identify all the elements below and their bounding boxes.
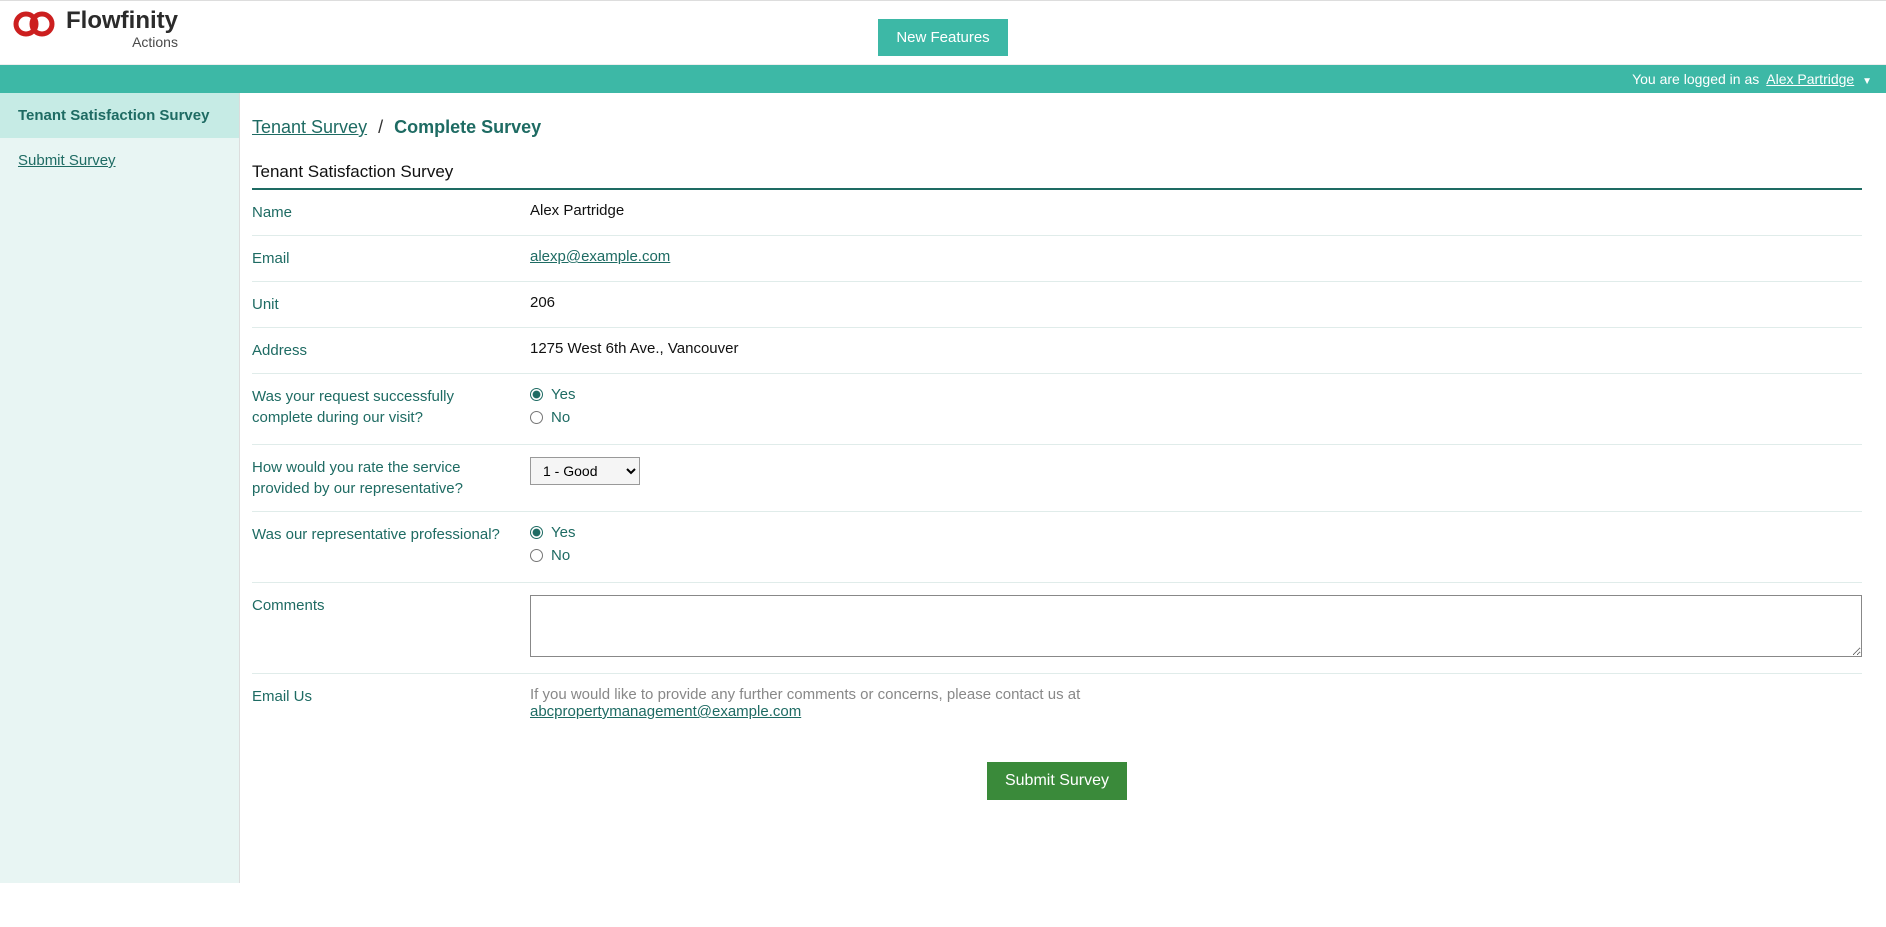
flowfinity-logo-icon (12, 11, 60, 37)
header: Flowfinity Actions New Features (0, 0, 1886, 65)
sidebar-item-submit-survey[interactable]: Submit Survey (0, 138, 239, 183)
label-emailus: Email Us (252, 686, 530, 720)
sidebar-filler (0, 183, 239, 883)
logo-brand: Flowfinity (66, 9, 178, 33)
section-title: Tenant Satisfaction Survey (252, 162, 1862, 190)
radio-request-yes-input[interactable] (530, 388, 543, 401)
row-email: Email alexp@example.com (252, 236, 1862, 282)
radio-request-yes[interactable]: Yes (530, 386, 1862, 403)
breadcrumb-parent[interactable]: Tenant Survey (252, 117, 367, 137)
row-comments: Comments (252, 583, 1862, 674)
radio-group-professional: Yes No (530, 524, 1862, 564)
value-name: Alex Partridge (530, 202, 1862, 223)
submit-wrap: Submit Survey (252, 762, 1862, 800)
breadcrumb-separator: / (378, 117, 383, 137)
emailus-link[interactable]: abcpropertymanagement@example.com (530, 703, 801, 720)
main: Tenant Survey / Complete Survey Tenant S… (240, 93, 1886, 883)
textarea-comments[interactable] (530, 595, 1862, 657)
label-address: Address (252, 340, 530, 361)
submit-survey-button[interactable]: Submit Survey (987, 762, 1127, 800)
user-menu[interactable]: Alex Partridge (1766, 71, 1854, 87)
radio-group-request-complete: Yes No (530, 386, 1862, 426)
breadcrumb-current: Complete Survey (394, 117, 541, 137)
login-bar: You are logged in as Alex Partridge ▼ (0, 65, 1886, 93)
logo-subtitle: Actions (132, 35, 178, 49)
label-email: Email (252, 248, 530, 269)
chevron-down-icon[interactable]: ▼ (1862, 76, 1872, 87)
radio-request-no[interactable]: No (530, 409, 1862, 426)
sidebar: Tenant Satisfaction Survey Submit Survey (0, 93, 240, 883)
value-address: 1275 West 6th Ave., Vancouver (530, 340, 1862, 361)
content: Tenant Satisfaction Survey Submit Survey… (0, 93, 1886, 883)
sidebar-item-label[interactable]: Submit Survey (18, 152, 116, 169)
radio-request-no-input[interactable] (530, 411, 543, 424)
radio-professional-yes[interactable]: Yes (530, 524, 1862, 541)
row-unit: Unit 206 (252, 282, 1862, 328)
label-rating: How would you rate the service provided … (252, 457, 530, 499)
select-rating[interactable]: 1 - Good (530, 457, 640, 485)
row-request-complete: Was your request successfully complete d… (252, 374, 1862, 445)
label-comments: Comments (252, 595, 530, 661)
radio-professional-no[interactable]: No (530, 547, 1862, 564)
sidebar-header: Tenant Satisfaction Survey (0, 93, 239, 138)
row-name: Name Alex Partridge (252, 190, 1862, 236)
new-features-button[interactable]: New Features (878, 19, 1007, 56)
label-professional: Was our representative professional? (252, 524, 530, 570)
label-name: Name (252, 202, 530, 223)
emailus-text: If you would like to provide any further… (530, 686, 1080, 703)
radio-professional-yes-input[interactable] (530, 526, 543, 539)
row-emailus: Email Us If you would like to provide an… (252, 674, 1862, 732)
radio-professional-no-input[interactable] (530, 549, 543, 562)
breadcrumb: Tenant Survey / Complete Survey (252, 109, 1862, 138)
value-email[interactable]: alexp@example.com (530, 248, 670, 265)
row-professional: Was our representative professional? Yes… (252, 512, 1862, 583)
label-unit: Unit (252, 294, 530, 315)
value-unit: 206 (530, 294, 1862, 315)
row-rating: How would you rate the service provided … (252, 445, 1862, 512)
login-prefix: You are logged in as (1632, 71, 1759, 87)
row-address: Address 1275 West 6th Ave., Vancouver (252, 328, 1862, 374)
label-request-complete: Was your request successfully complete d… (252, 386, 530, 432)
